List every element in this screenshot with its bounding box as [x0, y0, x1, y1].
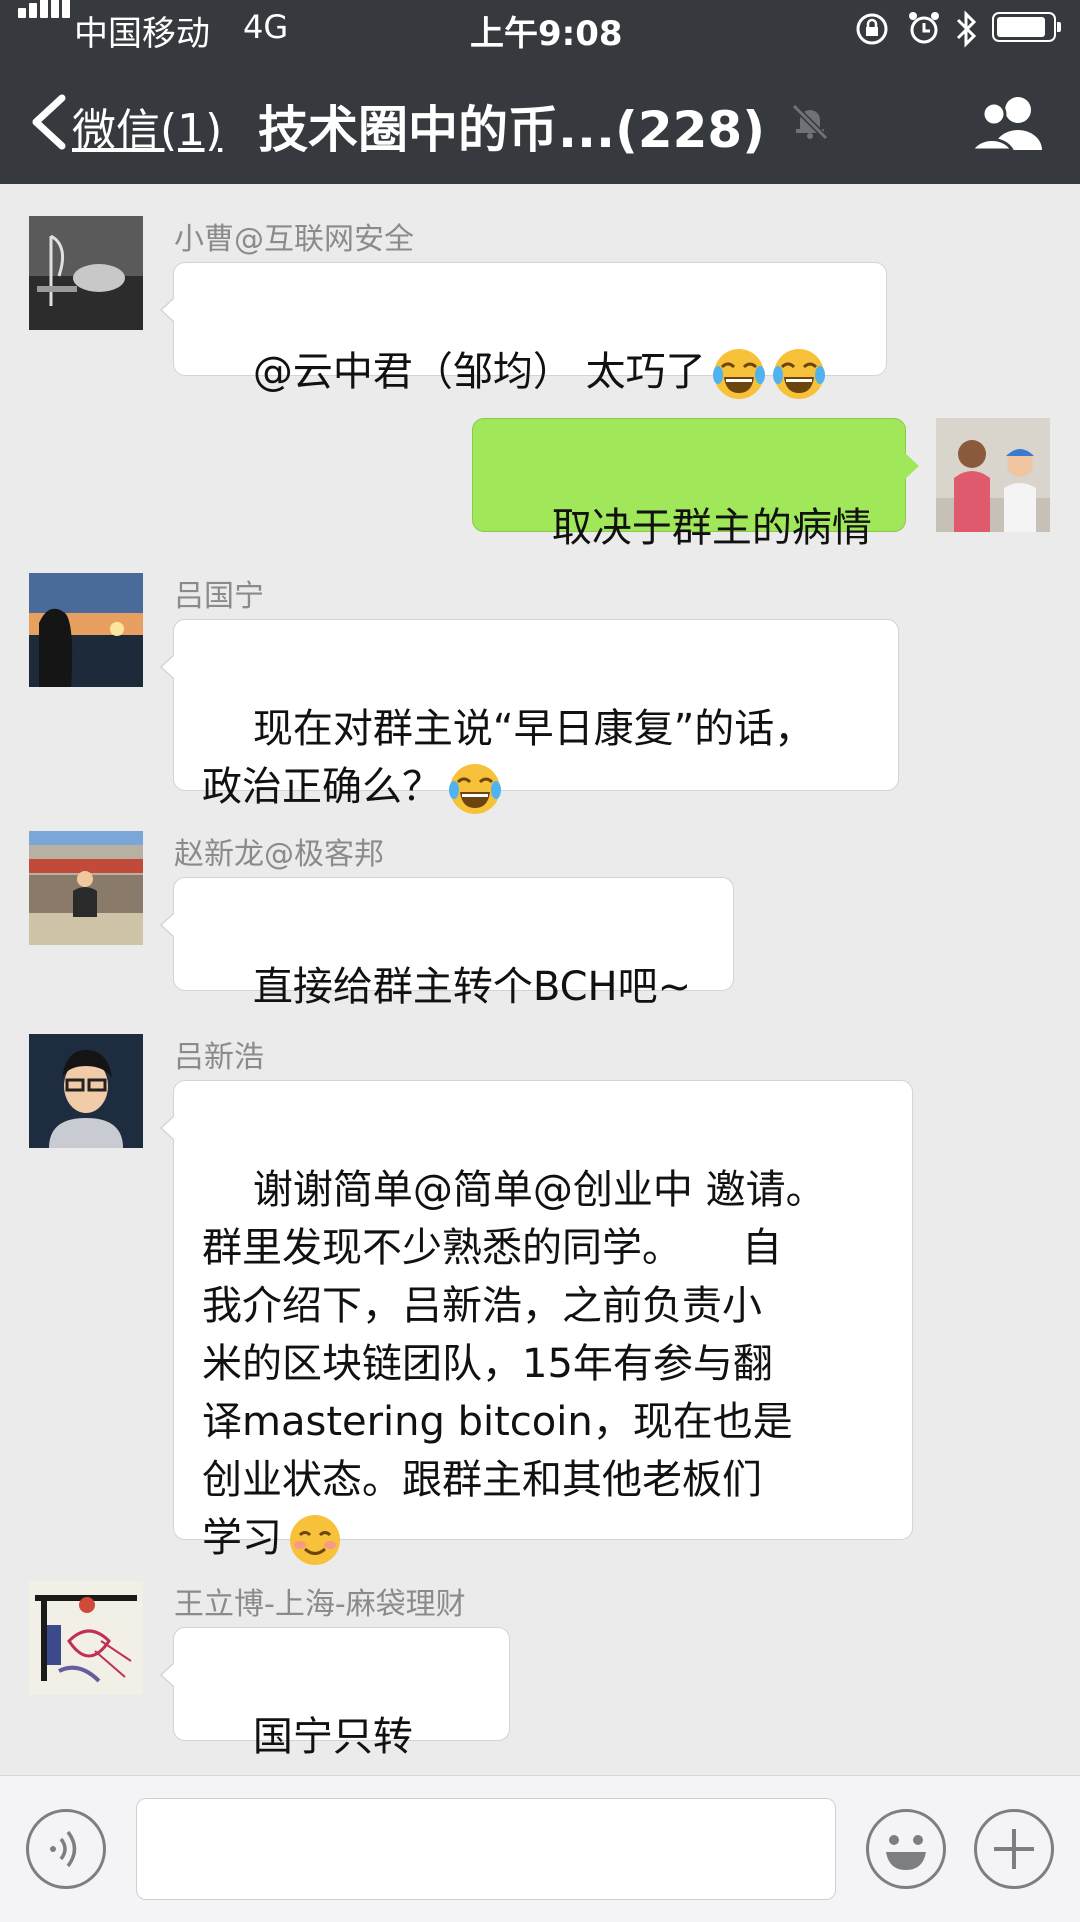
- message-text: 取决于群主的病情: [551, 505, 872, 551]
- plus-button[interactable]: [974, 1809, 1054, 1889]
- voice-icon: [50, 1830, 77, 1868]
- message-bubble[interactable]: 谢谢简单@简单@创业中 邀请。 群里发现不少熟悉的同学。 自 我介绍下，吕新浩，…: [160, 1080, 913, 1565]
- message-bubble[interactable]: 取决于群主的病情: [472, 418, 919, 551]
- sender-name: 吕国宁: [174, 579, 264, 614]
- avatar[interactable]: [29, 216, 143, 330]
- network-type: 4G: [243, 8, 289, 46]
- chat-input-bar: [0, 1775, 1080, 1922]
- message-text: @云中君（邹均） 太巧了: [252, 349, 706, 395]
- message-text: 谢谢简单@简单@创业中 邀请。 群里发现不少熟悉的同学。 自 我介绍下，吕新浩，…: [202, 1167, 826, 1561]
- avatar[interactable]: [29, 1034, 143, 1148]
- message-bubble[interactable]: 直接给群主转个BCH吧~: [160, 877, 734, 1010]
- emoji-icon: [886, 1835, 926, 1870]
- bell-muted-icon: [791, 103, 829, 141]
- group-members-icon[interactable]: [970, 92, 1046, 152]
- battery-icon: [992, 12, 1061, 42]
- tears-of-joy-emoji: [712, 349, 765, 399]
- top-bar: 中国移动 4G 上午9:08 微信(1) 技术圈中的币...(228): [0, 0, 1080, 184]
- emoji-button[interactable]: [866, 1809, 946, 1889]
- message-text: 直接给群主转个BCH吧~: [252, 964, 692, 1010]
- voice-button[interactable]: [26, 1809, 106, 1889]
- avatar[interactable]: [29, 831, 143, 945]
- avatar[interactable]: [936, 418, 1050, 532]
- bluetooth-icon: [956, 10, 977, 48]
- tears-of-joy-emoji: [449, 764, 501, 814]
- sender-name: 小曹@互联网安全: [174, 222, 414, 257]
- avatar[interactable]: [29, 573, 143, 687]
- avatar[interactable]: [29, 1581, 143, 1695]
- sender-name: 赵新龙@极客邦: [174, 837, 384, 872]
- back-button[interactable]: 微信(1): [72, 94, 222, 158]
- message-bubble[interactable]: @云中君（邹均） 太巧了: [160, 262, 887, 399]
- carrier-name: 中国移动: [74, 14, 210, 54]
- sender-name: 吕新浩: [174, 1040, 264, 1075]
- rotation-lock-icon: [856, 13, 888, 45]
- message-bubble[interactable]: 现在对群主说“早日康复”的话， 政治正确么？: [160, 619, 899, 814]
- message-input[interactable]: [136, 1798, 836, 1900]
- plus-icon: [994, 1829, 1034, 1869]
- chat-title: 技术圈中的币...(228): [258, 101, 766, 159]
- smiling-face-emoji: [290, 1515, 340, 1565]
- alarm-icon: [909, 12, 939, 44]
- status-bar: 中国移动 4G 上午9:08: [0, 0, 1080, 58]
- tears-of-joy-emoji: [772, 349, 825, 399]
- status-time: 上午9:08: [470, 14, 623, 54]
- sender-name: 王立博-上海-麻袋理财: [174, 1587, 466, 1622]
- message-text: 现在对群主说“早日康复”的话， 政治正确么？: [202, 706, 815, 810]
- message-bubble[interactable]: 国宁只转ETH: [160, 1627, 510, 1818]
